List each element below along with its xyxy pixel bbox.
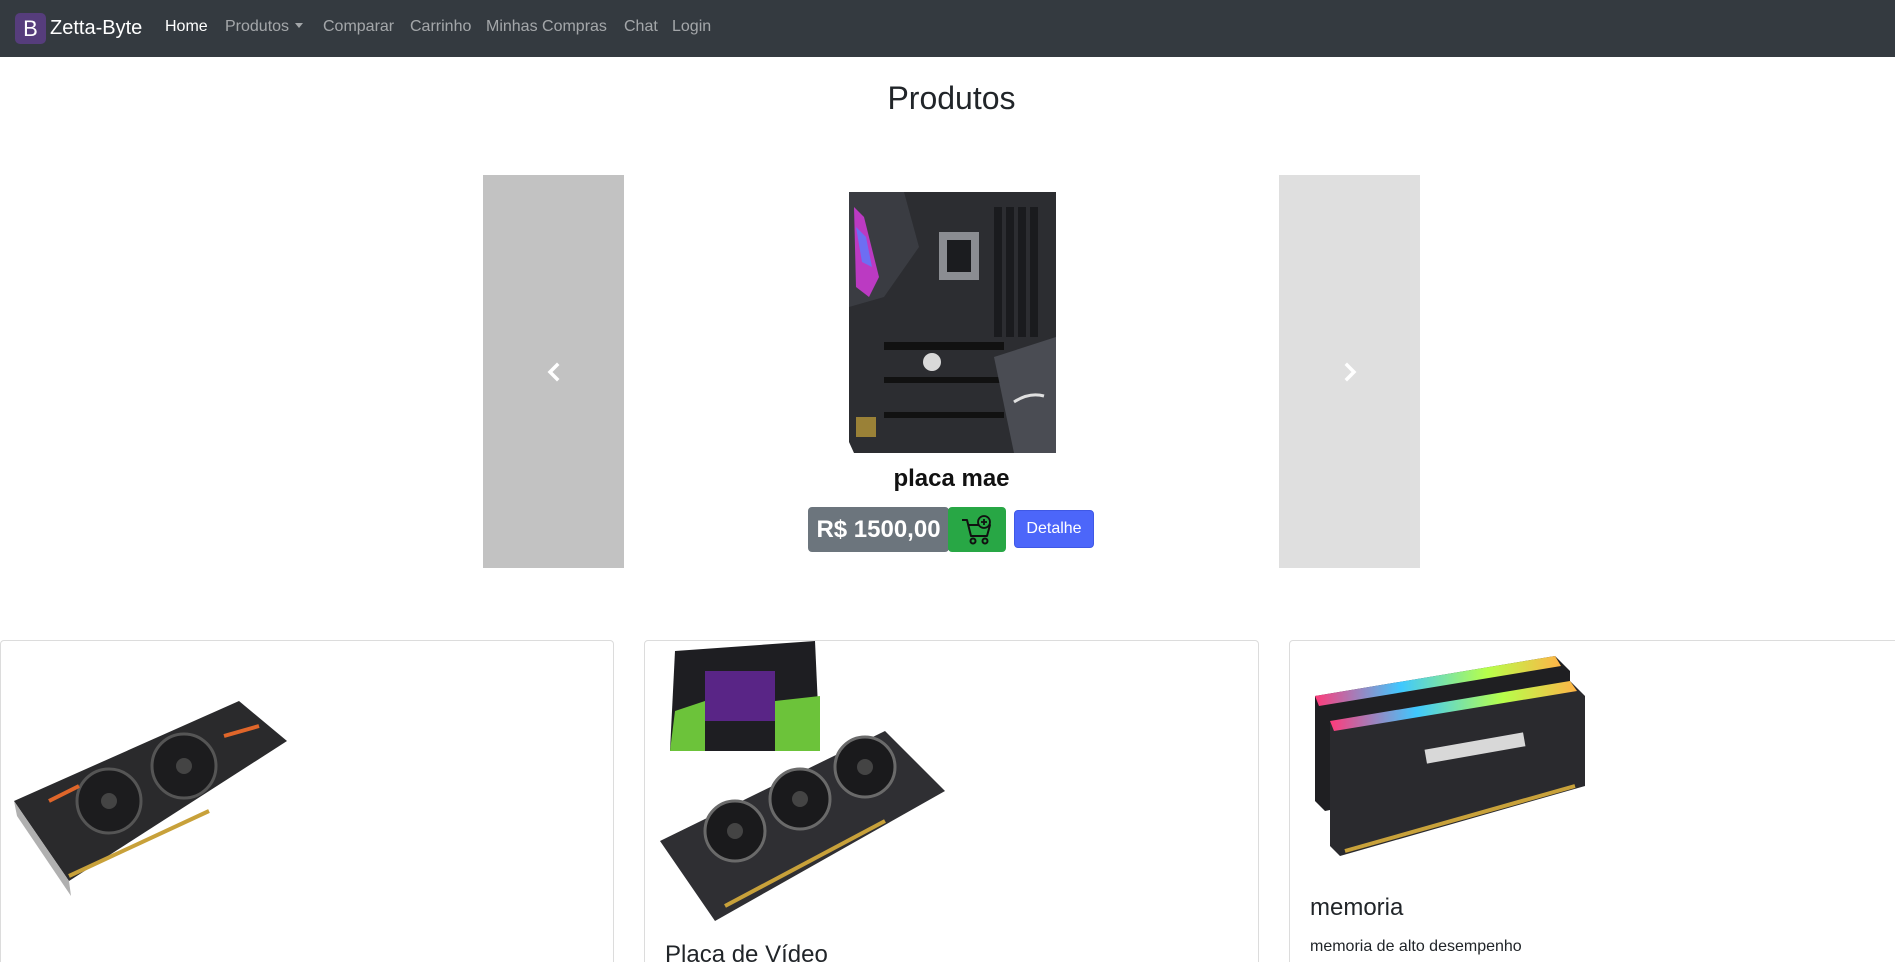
navbar: B Zetta-Byte Home Produtos Comparar Carr… <box>0 0 1895 57</box>
nav-link-chat[interactable]: Chat <box>624 17 658 37</box>
nav-link-comparar[interactable]: Comparar <box>323 17 394 37</box>
caret-down-icon <box>295 23 304 28</box>
card-title: Placa de Vídeo <box>665 941 828 962</box>
ram-memory-image <box>1315 656 1585 856</box>
carousel-next-button[interactable] <box>1279 175 1420 568</box>
nav-link-produtos-label: Produtos <box>225 18 290 35</box>
card-title: memoria <box>1310 894 1404 921</box>
carousel-prev-button[interactable] <box>483 175 624 568</box>
product-card[interactable]: memoria memoria de alto desempenho <box>1289 640 1895 962</box>
graphics-card-image <box>14 701 287 896</box>
chevron-left-icon <box>547 362 559 381</box>
chevron-right-icon <box>1344 362 1356 381</box>
rtx-graphics-card-image <box>660 641 945 921</box>
nav-link-produtos[interactable]: Produtos <box>225 17 304 37</box>
nav-link-carrinho[interactable]: Carrinho <box>410 17 471 37</box>
nav-link-login[interactable]: Login <box>672 17 711 37</box>
product-card[interactable] <box>0 640 614 962</box>
cart-plus-icon <box>962 514 991 544</box>
brand-name: Zetta-Byte <box>50 17 143 39</box>
detail-button[interactable]: Detalhe <box>1014 510 1094 548</box>
card-text: memoria de alto desempenho <box>1310 938 1522 955</box>
brand-link[interactable]: B Zetta-Byte <box>15 13 142 44</box>
nav-link-minhas-compras[interactable]: Minhas Compras <box>486 17 607 37</box>
bootstrap-logo-icon: B <box>15 13 46 44</box>
nav-link-home[interactable]: Home <box>165 17 208 37</box>
slide-product-name: placa mae <box>893 465 1010 492</box>
page-title: Produtos <box>887 80 1016 116</box>
product-card[interactable]: Placa de Vídeo <box>644 640 1259 962</box>
price-badge: R$ 1500,00 <box>808 507 949 552</box>
product-carousel: placa mae R$ 1500,00 Detalhe <box>483 175 1420 568</box>
motherboard-image <box>844 187 1061 453</box>
add-to-cart-button[interactable] <box>948 507 1006 552</box>
